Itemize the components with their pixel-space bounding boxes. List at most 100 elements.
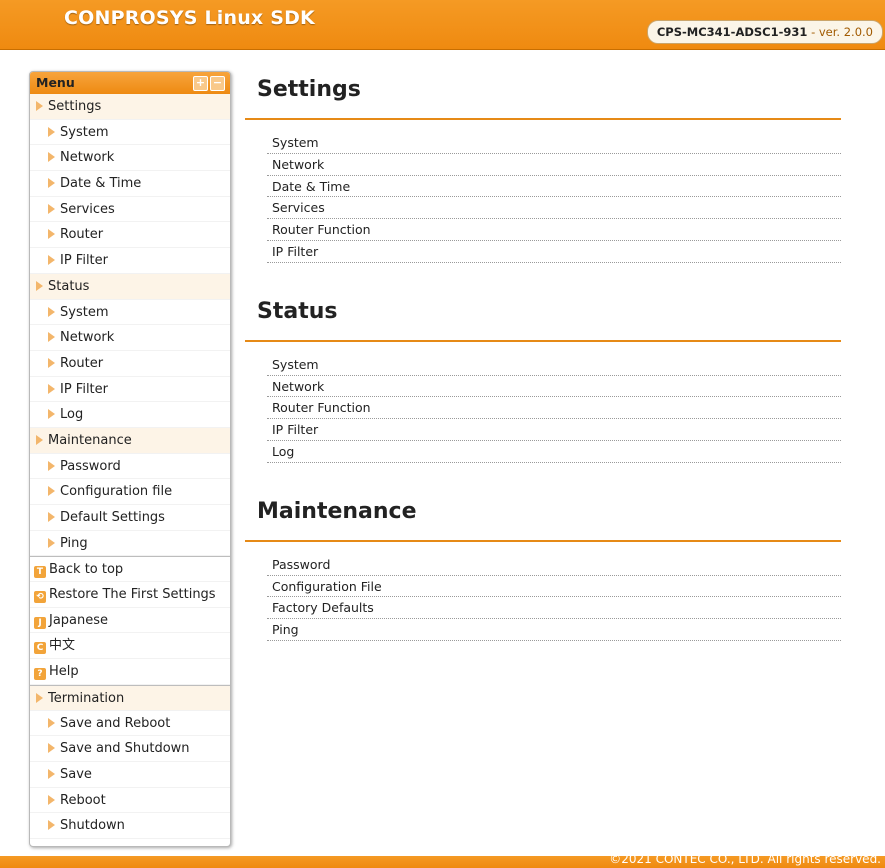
- sidebar-item-save-shutdown[interactable]: Save and Shutdown: [30, 736, 230, 762]
- sidebar-item-label: Default Settings: [60, 510, 165, 525]
- link-status-network[interactable]: Network: [267, 376, 841, 398]
- link-maintenance-password[interactable]: Password: [267, 554, 841, 576]
- triangle-right-icon: [36, 692, 43, 703]
- sidebar-item-label: Save: [60, 766, 92, 782]
- sidebar-item-save-reboot[interactable]: Save and Reboot: [30, 711, 230, 737]
- triangle-right-icon: [48, 126, 55, 137]
- triangle-right-icon: [48, 229, 55, 240]
- link-status-router-function[interactable]: Router Function: [267, 397, 841, 420]
- link-maintenance-factory-defaults[interactable]: Factory Defaults: [267, 597, 841, 620]
- sidebar-item-settings-ipfilter[interactable]: IP Filter: [30, 248, 230, 274]
- triangle-right-icon: [48, 332, 55, 343]
- link-maintenance-ping[interactable]: Ping: [267, 619, 841, 641]
- sidebar-category-status[interactable]: Status: [30, 273, 230, 300]
- link-status-ipfilter[interactable]: IP Filter: [267, 419, 841, 441]
- sidebar-item-status-system[interactable]: System: [30, 300, 230, 326]
- sidebar-item-label: Router: [60, 227, 104, 243]
- link-settings-services[interactable]: Services: [267, 197, 841, 220]
- section-divider: [245, 118, 841, 120]
- sidebar-category-label: Termination: [48, 690, 125, 706]
- utility-label: Restore The First Settings: [49, 587, 216, 603]
- sidebar-item-label: Router: [60, 355, 104, 371]
- sidebar-item-label: Ping: [60, 535, 88, 551]
- sidebar-category-settings[interactable]: Settings: [30, 94, 230, 120]
- section-title: Maintenance: [257, 498, 417, 524]
- status-section: Status System Network Router Function IP…: [245, 292, 841, 463]
- link-settings-system[interactable]: System: [267, 132, 841, 154]
- triangle-right-icon: [48, 537, 55, 548]
- device-info-badge: CPS-MC341-ADSC1-931 - ver. 2.0.0: [646, 20, 883, 44]
- sidebar-item-status-ipfilter[interactable]: IP Filter: [30, 377, 230, 403]
- sidebar-category-termination[interactable]: Termination: [30, 684, 230, 711]
- sidebar-category-maintenance[interactable]: Maintenance: [30, 427, 230, 454]
- link-list: System Network Router Function IP Filter…: [267, 354, 841, 463]
- triangle-right-icon: [36, 101, 43, 111]
- settings-section: Settings System Network Date & Time Serv…: [245, 70, 841, 263]
- sidebar-item-label: Network: [60, 150, 115, 166]
- sidebar-item-status-network[interactable]: Network: [30, 325, 230, 351]
- sidebar-item-settings-datetime[interactable]: Date & Time: [30, 171, 230, 197]
- triangle-right-icon: [36, 280, 43, 291]
- version-label: - ver. 2.0.0: [811, 25, 873, 39]
- sidebar-item-label: IP Filter: [60, 253, 109, 269]
- triangle-right-icon: [48, 255, 55, 266]
- app-title: CONPROSYS Linux SDK: [64, 7, 315, 29]
- link-list: System Network Date & Time Services Rout…: [267, 132, 841, 263]
- sidebar-item-maintenance-password[interactable]: Password: [30, 454, 230, 480]
- section-title: Status: [257, 298, 338, 324]
- link-settings-router-function[interactable]: Router Function: [267, 219, 841, 241]
- sidebar-item-maintenance-ping[interactable]: Ping: [30, 531, 230, 557]
- triangle-right-icon: [48, 178, 55, 189]
- link-settings-datetime[interactable]: Date & Time: [267, 176, 841, 198]
- sidebar-item-label: Password: [60, 458, 121, 474]
- chinese-link[interactable]: C 中文: [30, 633, 230, 660]
- triangle-right-icon: [48, 820, 55, 831]
- triangle-right-icon: [48, 357, 55, 368]
- triangle-right-icon: [48, 486, 55, 497]
- main-content: Settings System Network Date & Time Serv…: [245, 70, 841, 641]
- sidebar-menu: Menu + − Settings System Network Date & …: [29, 71, 231, 847]
- back-to-top-link[interactable]: T Back to top: [30, 556, 230, 583]
- expand-all-button[interactable]: +: [193, 76, 208, 91]
- link-status-log[interactable]: Log: [267, 441, 841, 463]
- triangle-right-icon: [48, 768, 55, 779]
- link-maintenance-configuration-file[interactable]: Configuration File: [267, 576, 841, 598]
- japanese-link[interactable]: J Japanese: [30, 608, 230, 634]
- link-settings-network[interactable]: Network: [267, 154, 841, 176]
- collapse-all-button[interactable]: −: [210, 76, 225, 91]
- footer-bar: ©2021 CONTEC CO., LTD. All rights reserv…: [0, 852, 885, 868]
- triangle-right-icon: [48, 203, 55, 214]
- sidebar-item-maintenance-configfile[interactable]: Configuration file: [30, 479, 230, 505]
- sidebar-item-status-log[interactable]: Log: [30, 402, 230, 428]
- sidebar-item-shutdown[interactable]: Shutdown: [30, 813, 230, 839]
- triangle-right-icon: [48, 152, 55, 163]
- utility-label: 中文: [49, 638, 76, 654]
- utility-label: Help: [49, 664, 79, 680]
- section-divider: [245, 539, 841, 542]
- section-divider: [245, 339, 841, 342]
- sidebar-category-label: Maintenance: [48, 432, 132, 448]
- sidebar-item-label: Save and Reboot: [60, 715, 171, 731]
- header-bar: CONPROSYS Linux SDK CPS-MC341-ADSC1-931 …: [0, 0, 885, 50]
- section-title: Settings: [257, 77, 361, 102]
- link-settings-ipfilter[interactable]: IP Filter: [267, 241, 841, 263]
- sidebar-item-label: Network: [60, 330, 115, 346]
- sidebar-item-settings-router[interactable]: Router: [30, 222, 230, 249]
- triangle-right-icon: [48, 743, 55, 754]
- copyright-text: ©2021 CONTEC CO., LTD. All rights reserv…: [609, 852, 881, 866]
- sidebar-item-status-router[interactable]: Router: [30, 351, 230, 377]
- sidebar-item-label: IP Filter: [60, 381, 109, 397]
- sidebar-item-settings-services[interactable]: Services: [30, 197, 230, 223]
- help-link[interactable]: ? Help: [30, 659, 230, 685]
- sidebar-item-reboot[interactable]: Reboot: [30, 788, 230, 814]
- sidebar-item-maintenance-defaults[interactable]: Default Settings: [30, 505, 230, 531]
- utility-label: Back to top: [49, 562, 124, 578]
- sidebar-item-settings-network[interactable]: Network: [30, 145, 230, 172]
- sidebar-item-save[interactable]: Save: [30, 762, 230, 788]
- link-list: Password Configuration File Factory Defa…: [267, 554, 841, 641]
- link-status-system[interactable]: System: [267, 354, 841, 376]
- restore-first-settings-link[interactable]: ⟲ Restore The First Settings: [30, 582, 230, 608]
- sidebar-item-settings-system[interactable]: System: [30, 120, 230, 146]
- triangle-right-icon: [48, 512, 55, 522]
- back-to-top-icon: T: [34, 566, 46, 579]
